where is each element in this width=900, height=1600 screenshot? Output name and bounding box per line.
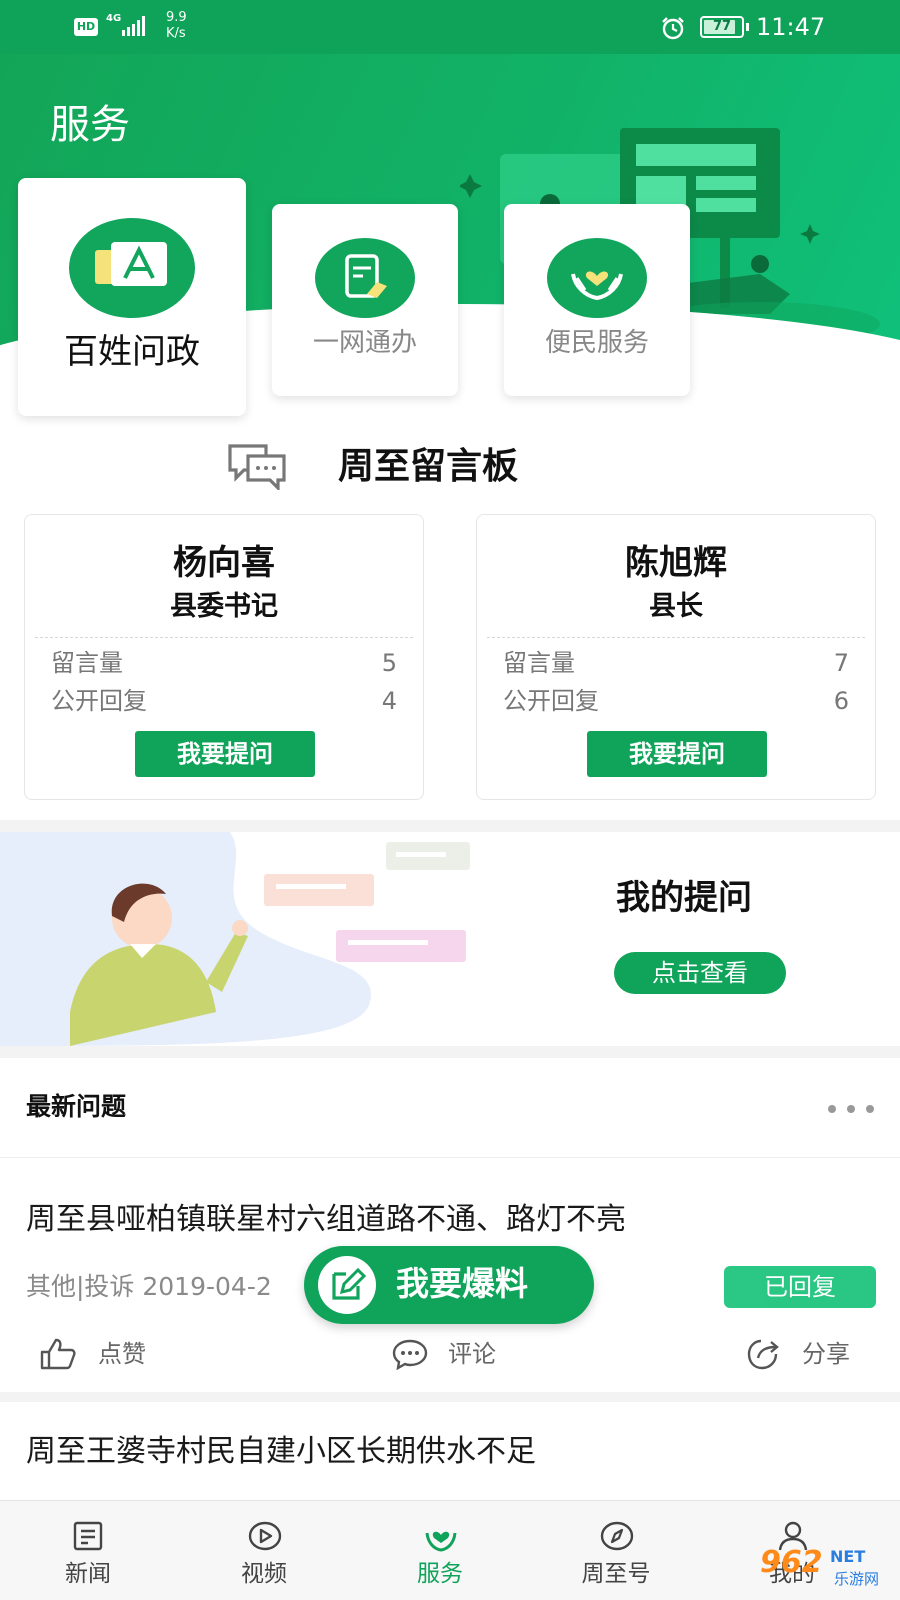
tab-label: 服务 bbox=[417, 1561, 463, 1587]
more-dots-icon[interactable] bbox=[826, 1102, 876, 1116]
question-item[interactable]: 周至王婆寺村民自建小区长期供水不足 bbox=[0, 1402, 900, 1500]
question-title[interactable]: 周至县哑柏镇联星村六组道路不通、路灯不亮 bbox=[26, 1200, 626, 1240]
ask-question-button[interactable]: 我要提问 bbox=[587, 731, 767, 777]
leader-role: 县委书记 bbox=[170, 591, 278, 622]
hd-badge: HD bbox=[74, 18, 98, 36]
speech-bubbles-icon bbox=[228, 444, 286, 490]
play-icon bbox=[248, 1521, 282, 1551]
clock: 11:47 bbox=[756, 13, 826, 41]
watermark-suffix: NET bbox=[830, 1547, 866, 1566]
battery-level: 77 bbox=[712, 19, 732, 34]
my-questions-banner[interactable]: 我的提问 点击查看 bbox=[0, 832, 900, 1046]
thumbs-up-icon bbox=[40, 1338, 76, 1370]
reply-count-row: 公开回复 6 bbox=[503, 685, 849, 717]
tab-label: 视频 bbox=[241, 1561, 287, 1587]
section-divider bbox=[0, 820, 900, 832]
latest-questions-title: 最新问题 bbox=[26, 1092, 127, 1121]
message-count-row: 留言量 7 bbox=[503, 647, 849, 679]
stat-label: 公开回复 bbox=[51, 687, 147, 715]
comment-button[interactable]: 评论 bbox=[392, 1334, 522, 1374]
divider bbox=[487, 637, 865, 638]
news-icon bbox=[73, 1521, 103, 1551]
question-actions: 点赞 评论 分享 bbox=[0, 1334, 900, 1374]
alarm-icon bbox=[662, 17, 684, 40]
like-label: 点赞 bbox=[98, 1340, 146, 1368]
question-meta: 其他|投诉 2019-04-2 bbox=[26, 1272, 272, 1301]
heart-hands-icon bbox=[425, 1531, 457, 1552]
section-divider bbox=[0, 1046, 900, 1058]
leader-name: 杨向喜 bbox=[173, 543, 275, 583]
page-title: 服务 bbox=[50, 102, 130, 148]
question-title[interactable]: 周至王婆寺村民自建小区长期供水不足 bbox=[26, 1432, 536, 1472]
speed-value: 9.9 bbox=[166, 10, 187, 25]
share-button[interactable]: 分享 bbox=[746, 1334, 876, 1374]
leader-card: 陈旭辉 县长 留言量 7 公开回复 6 我要提问 bbox=[476, 514, 876, 800]
tab-service[interactable]: 服务 bbox=[380, 1501, 500, 1600]
status-badge: 已回复 bbox=[724, 1266, 876, 1308]
watermark-logo: 962 NET 乐游网 bbox=[760, 1540, 900, 1600]
signal-icon bbox=[122, 16, 145, 36]
message-board-title: 周至留言板 bbox=[338, 446, 519, 487]
reply-count-row: 公开回复 4 bbox=[51, 685, 397, 717]
latest-questions-header: 最新问题 bbox=[0, 1058, 900, 1158]
stat-label: 公开回复 bbox=[503, 687, 599, 715]
status-bar: HD 4G 9.9 K/s 77 11:47 bbox=[0, 0, 900, 54]
stat-label: 留言量 bbox=[503, 649, 575, 677]
leader-name: 陈旭辉 bbox=[625, 543, 727, 583]
leader-role: 县长 bbox=[649, 591, 703, 622]
stat-value: 5 bbox=[381, 649, 397, 677]
service-card-yiwang-tongban[interactable]: 一网通办 bbox=[272, 204, 458, 396]
stat-label: 留言量 bbox=[51, 649, 123, 677]
tab-news[interactable]: 新闻 bbox=[28, 1501, 148, 1600]
compass-icon bbox=[600, 1521, 634, 1551]
comment-label: 评论 bbox=[448, 1340, 496, 1368]
message-count-row: 留言量 5 bbox=[51, 647, 397, 679]
network-type: 4G bbox=[106, 13, 122, 24]
service-label: 百姓问政 bbox=[64, 332, 200, 372]
stat-value: 7 bbox=[833, 649, 849, 677]
share-icon bbox=[747, 1339, 779, 1370]
message-board-header: 周至留言板 bbox=[226, 440, 586, 496]
my-questions-title: 我的提问 bbox=[616, 878, 752, 918]
person-asking-illustration bbox=[0, 832, 470, 1046]
service-label: 便民服务 bbox=[544, 328, 649, 358]
tab-video[interactable]: 视频 bbox=[204, 1501, 324, 1600]
share-label: 分享 bbox=[802, 1340, 850, 1368]
network-speed: 9.9 K/s bbox=[166, 10, 187, 42]
watermark-sub: 乐游网 bbox=[834, 1570, 880, 1588]
like-button[interactable]: 点赞 bbox=[40, 1334, 170, 1374]
tab-zhouzhi-hao[interactable]: 周至号 bbox=[556, 1501, 676, 1600]
chat-a-icon bbox=[69, 218, 195, 318]
heart-hands-icon bbox=[547, 238, 647, 318]
report-news-button[interactable]: 我要爆料 bbox=[304, 1246, 594, 1324]
tab-label: 新闻 bbox=[65, 1561, 111, 1587]
stat-value: 6 bbox=[833, 687, 849, 715]
document-edit-icon bbox=[315, 238, 415, 318]
battery-icon: 77 bbox=[700, 16, 744, 38]
stat-value: 4 bbox=[381, 687, 397, 715]
ask-question-button[interactable]: 我要提问 bbox=[135, 731, 315, 777]
tab-label: 周至号 bbox=[581, 1561, 651, 1587]
service-card-baixing-wenzheng[interactable]: 百姓问政 bbox=[18, 178, 246, 416]
view-my-questions-button[interactable]: 点击查看 bbox=[614, 952, 786, 994]
divider bbox=[35, 637, 413, 638]
comment-icon bbox=[392, 1339, 428, 1370]
speed-unit: K/s bbox=[166, 26, 186, 41]
report-news-label: 我要爆料 bbox=[396, 1264, 528, 1303]
section-divider bbox=[0, 1392, 900, 1402]
watermark-brand: 962 bbox=[760, 1545, 823, 1580]
service-label: 一网通办 bbox=[312, 328, 417, 358]
leader-card: 杨向喜 县委书记 留言量 5 公开回复 4 我要提问 bbox=[24, 514, 424, 800]
edit-pen-icon bbox=[318, 1256, 376, 1314]
service-card-bianmin-fuwu[interactable]: 便民服务 bbox=[504, 204, 690, 396]
